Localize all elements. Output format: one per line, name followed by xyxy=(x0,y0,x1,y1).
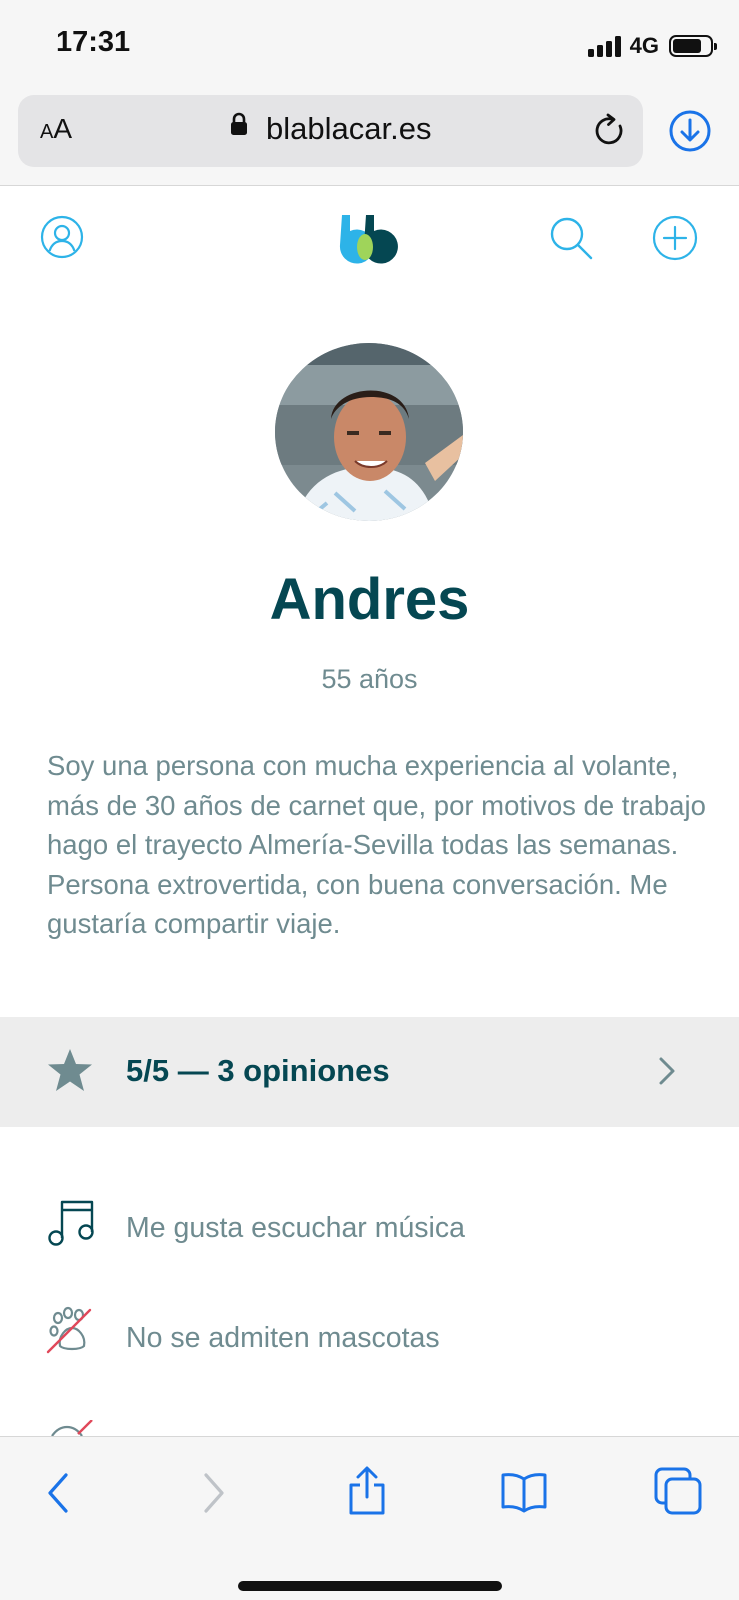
home-indicator[interactable] xyxy=(238,1581,502,1591)
user-profile-icon[interactable] xyxy=(40,215,84,264)
browser-toolbar xyxy=(0,1436,739,1600)
preference-pets: No se admiten mascotas xyxy=(0,1306,739,1376)
search-icon[interactable] xyxy=(548,215,594,266)
rating-summary: 5/5 — 3 opiniones xyxy=(126,1053,390,1088)
profile-bio: Soy una persona con mucha experiencia al… xyxy=(47,750,706,939)
status-time: 17:31 xyxy=(56,26,131,58)
preference-label: No se admiten mascotas xyxy=(126,1322,440,1354)
status-indicators: 4G xyxy=(587,30,717,62)
battery-icon xyxy=(669,35,717,57)
browser-address-area: AA blablacar.es xyxy=(0,92,739,186)
avatar xyxy=(275,343,463,521)
status-bar: 17:31 4G xyxy=(0,0,739,92)
star-icon xyxy=(46,1047,94,1098)
chevron-right-icon xyxy=(656,1055,678,1092)
cellular-signal-icon xyxy=(587,35,621,57)
share-icon[interactable] xyxy=(346,1465,388,1522)
address-bar[interactable]: AA blablacar.es xyxy=(18,95,643,167)
blablacar-logo[interactable] xyxy=(336,211,402,272)
no-pets-icon xyxy=(46,1306,96,1361)
url-text: blablacar.es xyxy=(266,111,432,146)
profile-name: Andres xyxy=(269,567,470,632)
reload-icon[interactable] xyxy=(593,112,627,153)
bookmarks-icon[interactable] xyxy=(500,1471,548,1518)
publish-ride-icon[interactable] xyxy=(652,215,698,266)
ratings-link[interactable]: 5/5 — 3 opiniones xyxy=(0,1017,739,1127)
profile-age: 55 años xyxy=(321,664,418,694)
back-icon[interactable] xyxy=(44,1471,74,1520)
downloads-icon[interactable] xyxy=(668,109,712,158)
app-header xyxy=(0,187,739,297)
partial-preference-icon xyxy=(48,1420,98,1436)
forward-icon[interactable] xyxy=(198,1471,228,1520)
tabs-icon[interactable] xyxy=(654,1467,704,1522)
preference-label: Me gusta escuchar música xyxy=(126,1212,465,1244)
url-display[interactable]: blablacar.es xyxy=(18,111,643,147)
music-icon xyxy=(46,1196,96,1251)
lock-icon xyxy=(230,112,248,141)
preference-music: Me gusta escuchar música xyxy=(0,1196,739,1266)
network-type: 4G xyxy=(629,33,659,58)
